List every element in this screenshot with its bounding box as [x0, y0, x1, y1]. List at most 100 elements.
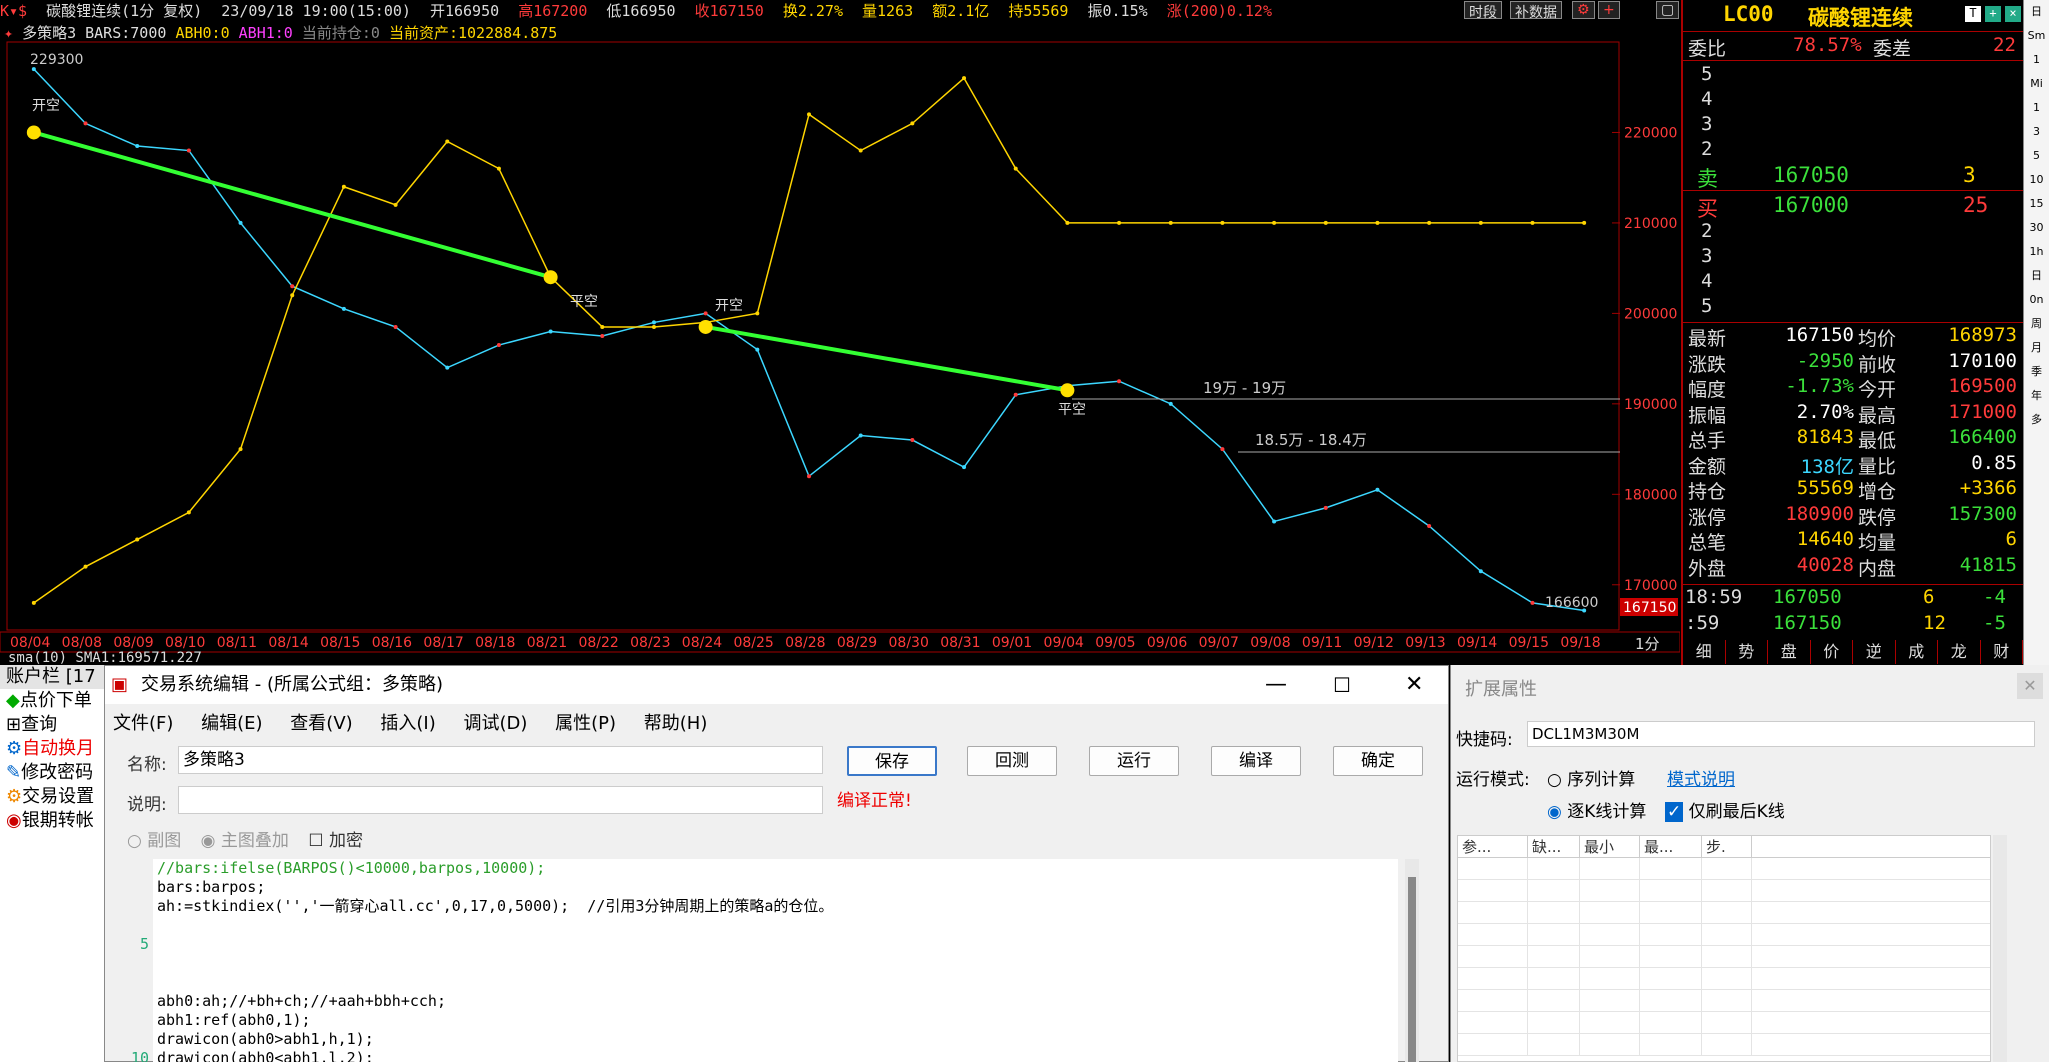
params-grid-cell[interactable]	[1458, 880, 1528, 901]
maximize-icon[interactable]: ☐	[1333, 666, 1351, 704]
radio-subchart[interactable]: ○	[127, 831, 147, 851]
params-grid-cell[interactable]	[1458, 1034, 1528, 1055]
account-item-settings[interactable]: ⚙交易设置	[0, 785, 104, 809]
params-grid-cell[interactable]	[1702, 946, 1752, 967]
params-grid-cell[interactable]	[1580, 902, 1640, 923]
params-grid-column-header[interactable]: 最小	[1580, 836, 1640, 857]
params-grid-cell[interactable]	[1528, 924, 1580, 945]
period-button[interactable]: 时段	[1464, 1, 1502, 21]
params-grid-row[interactable]	[1458, 924, 1990, 946]
menu-view[interactable]: 查看(V)	[290, 713, 352, 734]
params-grid-cell[interactable]	[1640, 902, 1702, 923]
mode-seq-option[interactable]: ○ 序列计算	[1547, 765, 1635, 790]
period-strip-item[interactable]: 3	[2024, 120, 2049, 144]
period-strip-item[interactable]: 月	[2024, 336, 2049, 360]
params-grid-cell[interactable]	[1528, 858, 1580, 879]
params-grid-cell[interactable]	[1702, 1012, 1752, 1033]
params-grid-cell[interactable]	[1580, 1012, 1640, 1033]
params-grid-cell[interactable]	[1640, 858, 1702, 879]
add-icon[interactable]: +	[1598, 1, 1620, 19]
account-item-roll[interactable]: ⚙自动换月	[0, 737, 104, 761]
backtest-button[interactable]: 回测	[967, 746, 1057, 776]
params-grid-cell[interactable]	[1580, 968, 1640, 989]
params-grid-cell[interactable]	[1580, 946, 1640, 967]
kline-chart[interactable]: 170000 180000 190000 200000 210000 220000 08/…	[0, 40, 1680, 670]
quote-tab[interactable]: 细	[1683, 640, 1726, 664]
params-grid-cell[interactable]	[1702, 990, 1752, 1011]
params-grid-cell[interactable]	[1458, 1012, 1528, 1033]
period-strip-item[interactable]: 季	[2024, 360, 2049, 384]
params-grid-cell[interactable]	[1528, 902, 1580, 923]
params-grid-cell[interactable]	[1528, 968, 1580, 989]
period-strip-item[interactable]: 1h	[2024, 240, 2049, 264]
params-grid-cell[interactable]	[1640, 880, 1702, 901]
period-strip-item[interactable]: 多	[2024, 408, 2049, 432]
params-grid-cell[interactable]	[1640, 990, 1702, 1011]
mode-help-link[interactable]: 模式说明	[1667, 765, 1735, 790]
buy1-row[interactable]: 买 167000 25	[1683, 193, 2023, 221]
save-button[interactable]: 保存	[847, 746, 937, 776]
menu-insert[interactable]: 插入(I)	[380, 713, 435, 734]
params-grid-cell[interactable]	[1702, 880, 1752, 901]
menu-edit[interactable]: 编辑(E)	[201, 713, 262, 734]
params-grid-column-header[interactable]: 步.	[1702, 836, 1752, 857]
menu-properties[interactable]: 属性(P)	[555, 713, 616, 734]
code-scrollbar[interactable]	[1405, 859, 1419, 1062]
sell1-row[interactable]: 卖 167050 3	[1683, 163, 2023, 191]
period-strip-item[interactable]: 日	[2024, 0, 2049, 24]
params-grid-cell[interactable]	[1580, 924, 1640, 945]
quote-tab[interactable]: 龙	[1938, 640, 1981, 664]
params-grid-row[interactable]	[1458, 902, 1990, 924]
params-grid-cell[interactable]	[1580, 858, 1640, 879]
params-grid-cell[interactable]	[1640, 924, 1702, 945]
period-strip-item[interactable]: 1	[2024, 96, 2049, 120]
params-grid-row[interactable]	[1458, 1012, 1990, 1034]
minimize-icon[interactable]: —	[1265, 666, 1287, 704]
run-button[interactable]: 运行	[1089, 746, 1179, 776]
params-grid-cell[interactable]	[1528, 880, 1580, 901]
menu-file[interactable]: 文件(F)	[113, 713, 173, 734]
params-scrollbar[interactable]	[1993, 835, 2007, 1062]
params-grid-cell[interactable]	[1580, 990, 1640, 1011]
t-icon[interactable]: T	[1965, 6, 1981, 22]
close-icon[interactable]: ×	[2005, 6, 2021, 22]
period-strip-item[interactable]: 30	[2024, 216, 2049, 240]
period-strip-item[interactable]: 1	[2024, 48, 2049, 72]
params-grid-row[interactable]	[1458, 880, 1990, 902]
params-grid-cell[interactable]	[1640, 946, 1702, 967]
params-grid-cell[interactable]	[1640, 968, 1702, 989]
params-grid-cell[interactable]	[1640, 1012, 1702, 1033]
close-icon[interactable]: ✕	[1405, 666, 1423, 704]
checkbox-encrypt[interactable]: ☐	[308, 831, 329, 851]
params-grid-cell[interactable]	[1458, 858, 1528, 879]
quote-tab[interactable]: 成	[1896, 640, 1938, 664]
period-strip-item[interactable]: 年	[2024, 384, 2049, 408]
params-grid-cell[interactable]	[1702, 858, 1752, 879]
params-grid-cell[interactable]	[1458, 946, 1528, 967]
fill-data-button[interactable]: 补数据	[1510, 1, 1562, 21]
radio-main-overlay[interactable]: ◉	[201, 831, 221, 851]
code-editor[interactable]: 5 10 //bars:ifelse(BARPOS()<10000,barpos,…	[131, 859, 1398, 1062]
period-strip-item[interactable]: Sm	[2024, 24, 2049, 48]
quote-tab[interactable]: 逆	[1853, 640, 1896, 664]
params-grid-cell[interactable]	[1580, 880, 1640, 901]
props-close-icon[interactable]: ✕	[2017, 673, 2043, 699]
ok-button[interactable]: 确定	[1333, 746, 1423, 776]
refresh-last-checkbox[interactable]: ✓ 仅刷最后K线	[1665, 797, 1785, 822]
period-strip-item[interactable]: 0n	[2024, 288, 2049, 312]
params-grid-row[interactable]	[1458, 946, 1990, 968]
account-item-query[interactable]: ⊞查询	[0, 713, 104, 737]
params-grid-row[interactable]	[1458, 858, 1990, 880]
period-strip-item[interactable]: 周	[2024, 312, 2049, 336]
period-strip-item[interactable]: 日	[2024, 264, 2049, 288]
params-grid-row[interactable]	[1458, 968, 1990, 990]
period-strip-item[interactable]: 10	[2024, 168, 2049, 192]
params-grid[interactable]: 参... 缺... 最小 最... 步.	[1457, 835, 1991, 1062]
name-input[interactable]: 多策略3	[178, 746, 823, 774]
params-grid-cell[interactable]	[1702, 924, 1752, 945]
plus-icon[interactable]: +	[1985, 6, 2001, 22]
mode-kline-option[interactable]: ◉ 逐K线计算	[1547, 797, 1646, 822]
account-item-transfer[interactable]: ◉银期转帐	[0, 809, 104, 833]
params-grid-column-header[interactable]: 参...	[1458, 836, 1528, 857]
params-grid-cell[interactable]	[1458, 924, 1528, 945]
